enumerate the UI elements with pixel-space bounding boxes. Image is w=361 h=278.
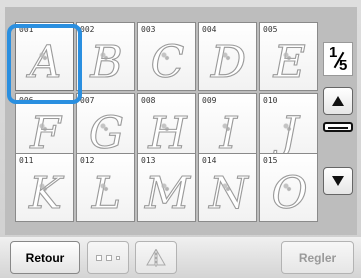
tile-letter: D [199, 33, 256, 90]
scroll-up-button[interactable] [323, 87, 353, 115]
down-arrow-icon [332, 176, 344, 186]
page-indicator: 1 5 [323, 42, 353, 76]
tile-letter: N [199, 164, 256, 221]
pattern-tile-013[interactable]: 013 M [137, 153, 196, 222]
pattern-tile-009[interactable]: 009 I [198, 93, 257, 162]
pattern-panel: 001 A 002 B 003 C 004 D 005 E 006 F 007 … [5, 7, 357, 235]
pattern-tile-007[interactable]: 007 G [76, 93, 135, 162]
pattern-grid: 001 A 002 B 003 C 004 D 005 E 006 F 007 … [5, 7, 318, 235]
layout-icon [94, 254, 122, 261]
scrollbar-thumb[interactable] [323, 122, 353, 132]
tile-letter: C [138, 33, 195, 90]
tile-letter: B [77, 33, 134, 90]
back-button[interactable]: Retour [10, 241, 80, 274]
scroll-down-button[interactable] [323, 167, 353, 195]
layout-square [106, 254, 112, 261]
mirror-button[interactable] [135, 241, 177, 274]
bottom-toolbar: Retour Regler [0, 237, 361, 278]
mirror-icon [146, 248, 166, 267]
pattern-tile-011[interactable]: 011 K [15, 153, 74, 222]
layout-button[interactable] [87, 241, 129, 274]
tile-letter: O [260, 164, 317, 221]
embroidery-selection-screen: 001 A 002 B 003 C 004 D 005 E 006 F 007 … [0, 0, 361, 278]
pattern-tile-008[interactable]: 008 H [137, 93, 196, 162]
tile-letter: L [77, 164, 134, 221]
pattern-tile-010[interactable]: 010 J [259, 93, 318, 162]
pattern-tile-014[interactable]: 014 N [198, 153, 257, 222]
tile-letter: K [16, 164, 73, 221]
page-total: 5 [339, 57, 348, 74]
layout-square [116, 255, 120, 260]
set-button-label: Regler [298, 250, 337, 265]
pattern-tile-015[interactable]: 015 O [259, 153, 318, 222]
pattern-tile-005[interactable]: 005 E [259, 22, 318, 91]
pattern-tile-001[interactable]: 001 A [15, 22, 74, 91]
tile-letter: M [138, 164, 195, 221]
layout-square [96, 254, 102, 261]
tile-letter: A [16, 33, 73, 90]
set-button[interactable]: Regler [281, 241, 354, 274]
pattern-tile-006[interactable]: 006 F [15, 93, 74, 162]
pattern-tile-012[interactable]: 012 L [76, 153, 135, 222]
pager: 1 5 [315, 7, 357, 235]
scrollbar-track[interactable] [323, 122, 353, 165]
pattern-tile-004[interactable]: 004 D [198, 22, 257, 91]
tile-letter: E [260, 33, 317, 90]
pattern-tile-003[interactable]: 003 C [137, 22, 196, 91]
page-current: 1 [329, 44, 338, 61]
scrollbar-thumb-line [328, 127, 348, 129]
pattern-tile-002[interactable]: 002 B [76, 22, 135, 91]
up-arrow-icon [332, 96, 344, 106]
back-button-label: Retour [25, 250, 65, 265]
